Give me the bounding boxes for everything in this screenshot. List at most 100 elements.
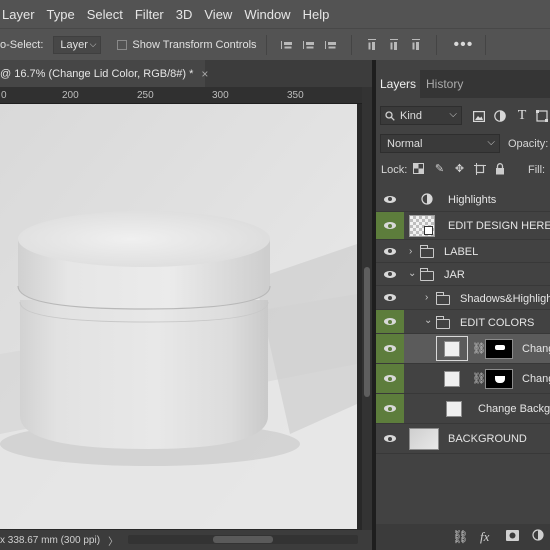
layer-group-row[interactable]: › LABEL (376, 240, 550, 263)
chevron-right-icon[interactable]: › (425, 292, 428, 303)
layer-mask-thumbnail[interactable] (485, 369, 513, 389)
image-filter-icon[interactable] (471, 108, 487, 124)
link-layers-icon[interactable]: ⛓ (452, 529, 469, 545)
eye-icon (384, 247, 396, 255)
layer-row-selected[interactable]: ⛓ Chang (376, 334, 550, 364)
blend-mode-dropdown[interactable]: Normal ⌵ (380, 134, 500, 153)
auto-select-value: Layer (60, 38, 88, 51)
layer-name: Highlights (448, 194, 497, 206)
layer-row[interactable]: EDIT DESIGN HERE (376, 212, 550, 240)
layer-name: Shadows&Highlights (460, 293, 550, 305)
layer-name: LABEL (444, 246, 479, 258)
scrollbar-thumb[interactable] (364, 267, 370, 397)
menu-layer[interactable]: Layer (0, 7, 41, 22)
auto-select-dropdown[interactable]: Layer ⌵ (53, 35, 102, 54)
tab-layers[interactable]: Layers (376, 70, 420, 98)
layer-group-row[interactable]: ⌄ EDIT COLORS (376, 310, 550, 334)
adjustment-filter-icon[interactable] (492, 108, 508, 124)
align-center-icon[interactable] (302, 39, 315, 51)
layer-mask-thumbnail[interactable] (485, 339, 513, 359)
lock-artboard-icon[interactable] (473, 163, 486, 176)
align-right-icon[interactable] (324, 39, 337, 51)
lock-transparent-pixels-icon[interactable] (412, 163, 425, 176)
adjustment-layer-icon (421, 193, 433, 205)
tab-history[interactable]: History (426, 70, 463, 98)
search-icon (385, 110, 395, 121)
chevron-down-icon: ⌵ (449, 109, 457, 120)
link-icon[interactable]: ⛓ (472, 342, 486, 355)
visibility-toggle[interactable] (376, 334, 404, 363)
lock-image-pixels-icon[interactable]: ✎ (433, 163, 446, 176)
menu-view[interactable]: View (198, 7, 238, 22)
show-transform-checkbox[interactable] (117, 39, 128, 50)
layer-filter-row: Kind ⌵ T (376, 104, 550, 128)
filter-kind-dropdown[interactable]: Kind ⌵ (380, 106, 462, 125)
lock-row: Lock: ✎ ✥ Fill: (376, 158, 550, 182)
blend-mode-value: Normal (387, 137, 423, 150)
menu-window[interactable]: Window (238, 7, 296, 22)
layer-row[interactable]: Highlights (376, 187, 550, 212)
shape-filter-icon[interactable] (534, 108, 550, 124)
document-tab[interactable]: @ 16.7% (Change Lid Color, RGB/8#) * × (0, 60, 208, 87)
separator (350, 34, 352, 55)
type-filter-icon[interactable]: T (514, 108, 530, 124)
menu-select[interactable]: Select (81, 7, 129, 22)
visibility-toggle[interactable] (376, 286, 404, 309)
visibility-toggle[interactable] (376, 364, 404, 393)
jar-mockup-image (0, 104, 357, 529)
visibility-toggle[interactable] (376, 424, 404, 453)
ruler-label: 200 (62, 90, 79, 101)
align-middle-icon[interactable] (388, 39, 400, 51)
status-menu-arrow-icon[interactable]: 〉 (108, 533, 118, 548)
layer-row[interactable]: ⛓ Chang (376, 364, 550, 394)
layer-name: Chang (522, 373, 550, 385)
visibility-toggle[interactable] (376, 394, 404, 423)
separator (485, 34, 487, 55)
layer-group-row[interactable]: ⌄ JAR (376, 263, 550, 286)
layer-name: BACKGROUND (448, 433, 527, 445)
visibility-toggle[interactable] (376, 212, 404, 239)
lock-all-icon[interactable] (493, 163, 506, 176)
document-tab-title: @ 16.7% (Change Lid Color, RGB/8#) * (0, 67, 194, 80)
visibility-toggle[interactable] (376, 263, 404, 285)
eye-icon (384, 222, 396, 229)
menu-3d[interactable]: 3D (170, 7, 199, 22)
chevron-down-icon: ⌵ (487, 137, 495, 148)
close-icon[interactable]: × (201, 67, 208, 81)
document-canvas[interactable] (0, 104, 357, 529)
filter-kind-value: Kind (400, 109, 423, 122)
menu-help[interactable]: Help (297, 7, 336, 22)
layer-group-row[interactable]: › Shadows&Highlights (376, 286, 550, 310)
menu-type[interactable]: Type (41, 7, 81, 22)
lock-label: Lock: (381, 164, 408, 176)
adjustment-layer-icon[interactable] (532, 529, 544, 544)
layer-style-fx-icon[interactable]: fx (480, 529, 489, 545)
visibility-toggle[interactable] (376, 310, 404, 333)
vertical-scrollbar[interactable] (362, 87, 372, 530)
lock-position-icon[interactable]: ✥ (453, 163, 466, 176)
horizontal-scrollbar[interactable] (128, 535, 358, 544)
align-left-icon[interactable] (280, 39, 293, 51)
chevron-right-icon[interactable]: › (409, 246, 412, 257)
visibility-toggle[interactable] (376, 187, 404, 211)
chevron-down-icon[interactable]: ⌄ (424, 315, 432, 326)
align-top-icon[interactable] (366, 39, 378, 51)
mask-shape (495, 376, 505, 383)
layer-row[interactable]: Change Backgrou (376, 394, 550, 424)
visibility-toggle[interactable] (376, 240, 404, 262)
link-icon[interactable]: ⛓ (472, 372, 486, 385)
layer-row[interactable]: BACKGROUND (376, 424, 550, 454)
fill-layer-thumbnail (446, 401, 462, 417)
eye-icon (384, 435, 396, 442)
separator (265, 34, 267, 55)
layers-panel: Layers History Kind ⌵ T Normal ⌵ Opacity… (376, 60, 550, 550)
chevron-down-icon[interactable]: ⌄ (408, 268, 416, 279)
layers-list: Highlights EDIT DESIGN HERE › LABEL ⌄ JA… (376, 187, 550, 527)
scrollbar-thumb[interactable] (213, 536, 273, 543)
align-bottom-icon[interactable] (410, 39, 422, 51)
add-mask-icon[interactable] (506, 529, 519, 544)
horizontal-ruler: 0 200 250 300 350 (0, 87, 362, 104)
menu-filter[interactable]: Filter (129, 7, 170, 22)
more-options-icon[interactable]: ••• (454, 36, 474, 54)
show-transform-label: Show Transform Controls (132, 38, 257, 51)
